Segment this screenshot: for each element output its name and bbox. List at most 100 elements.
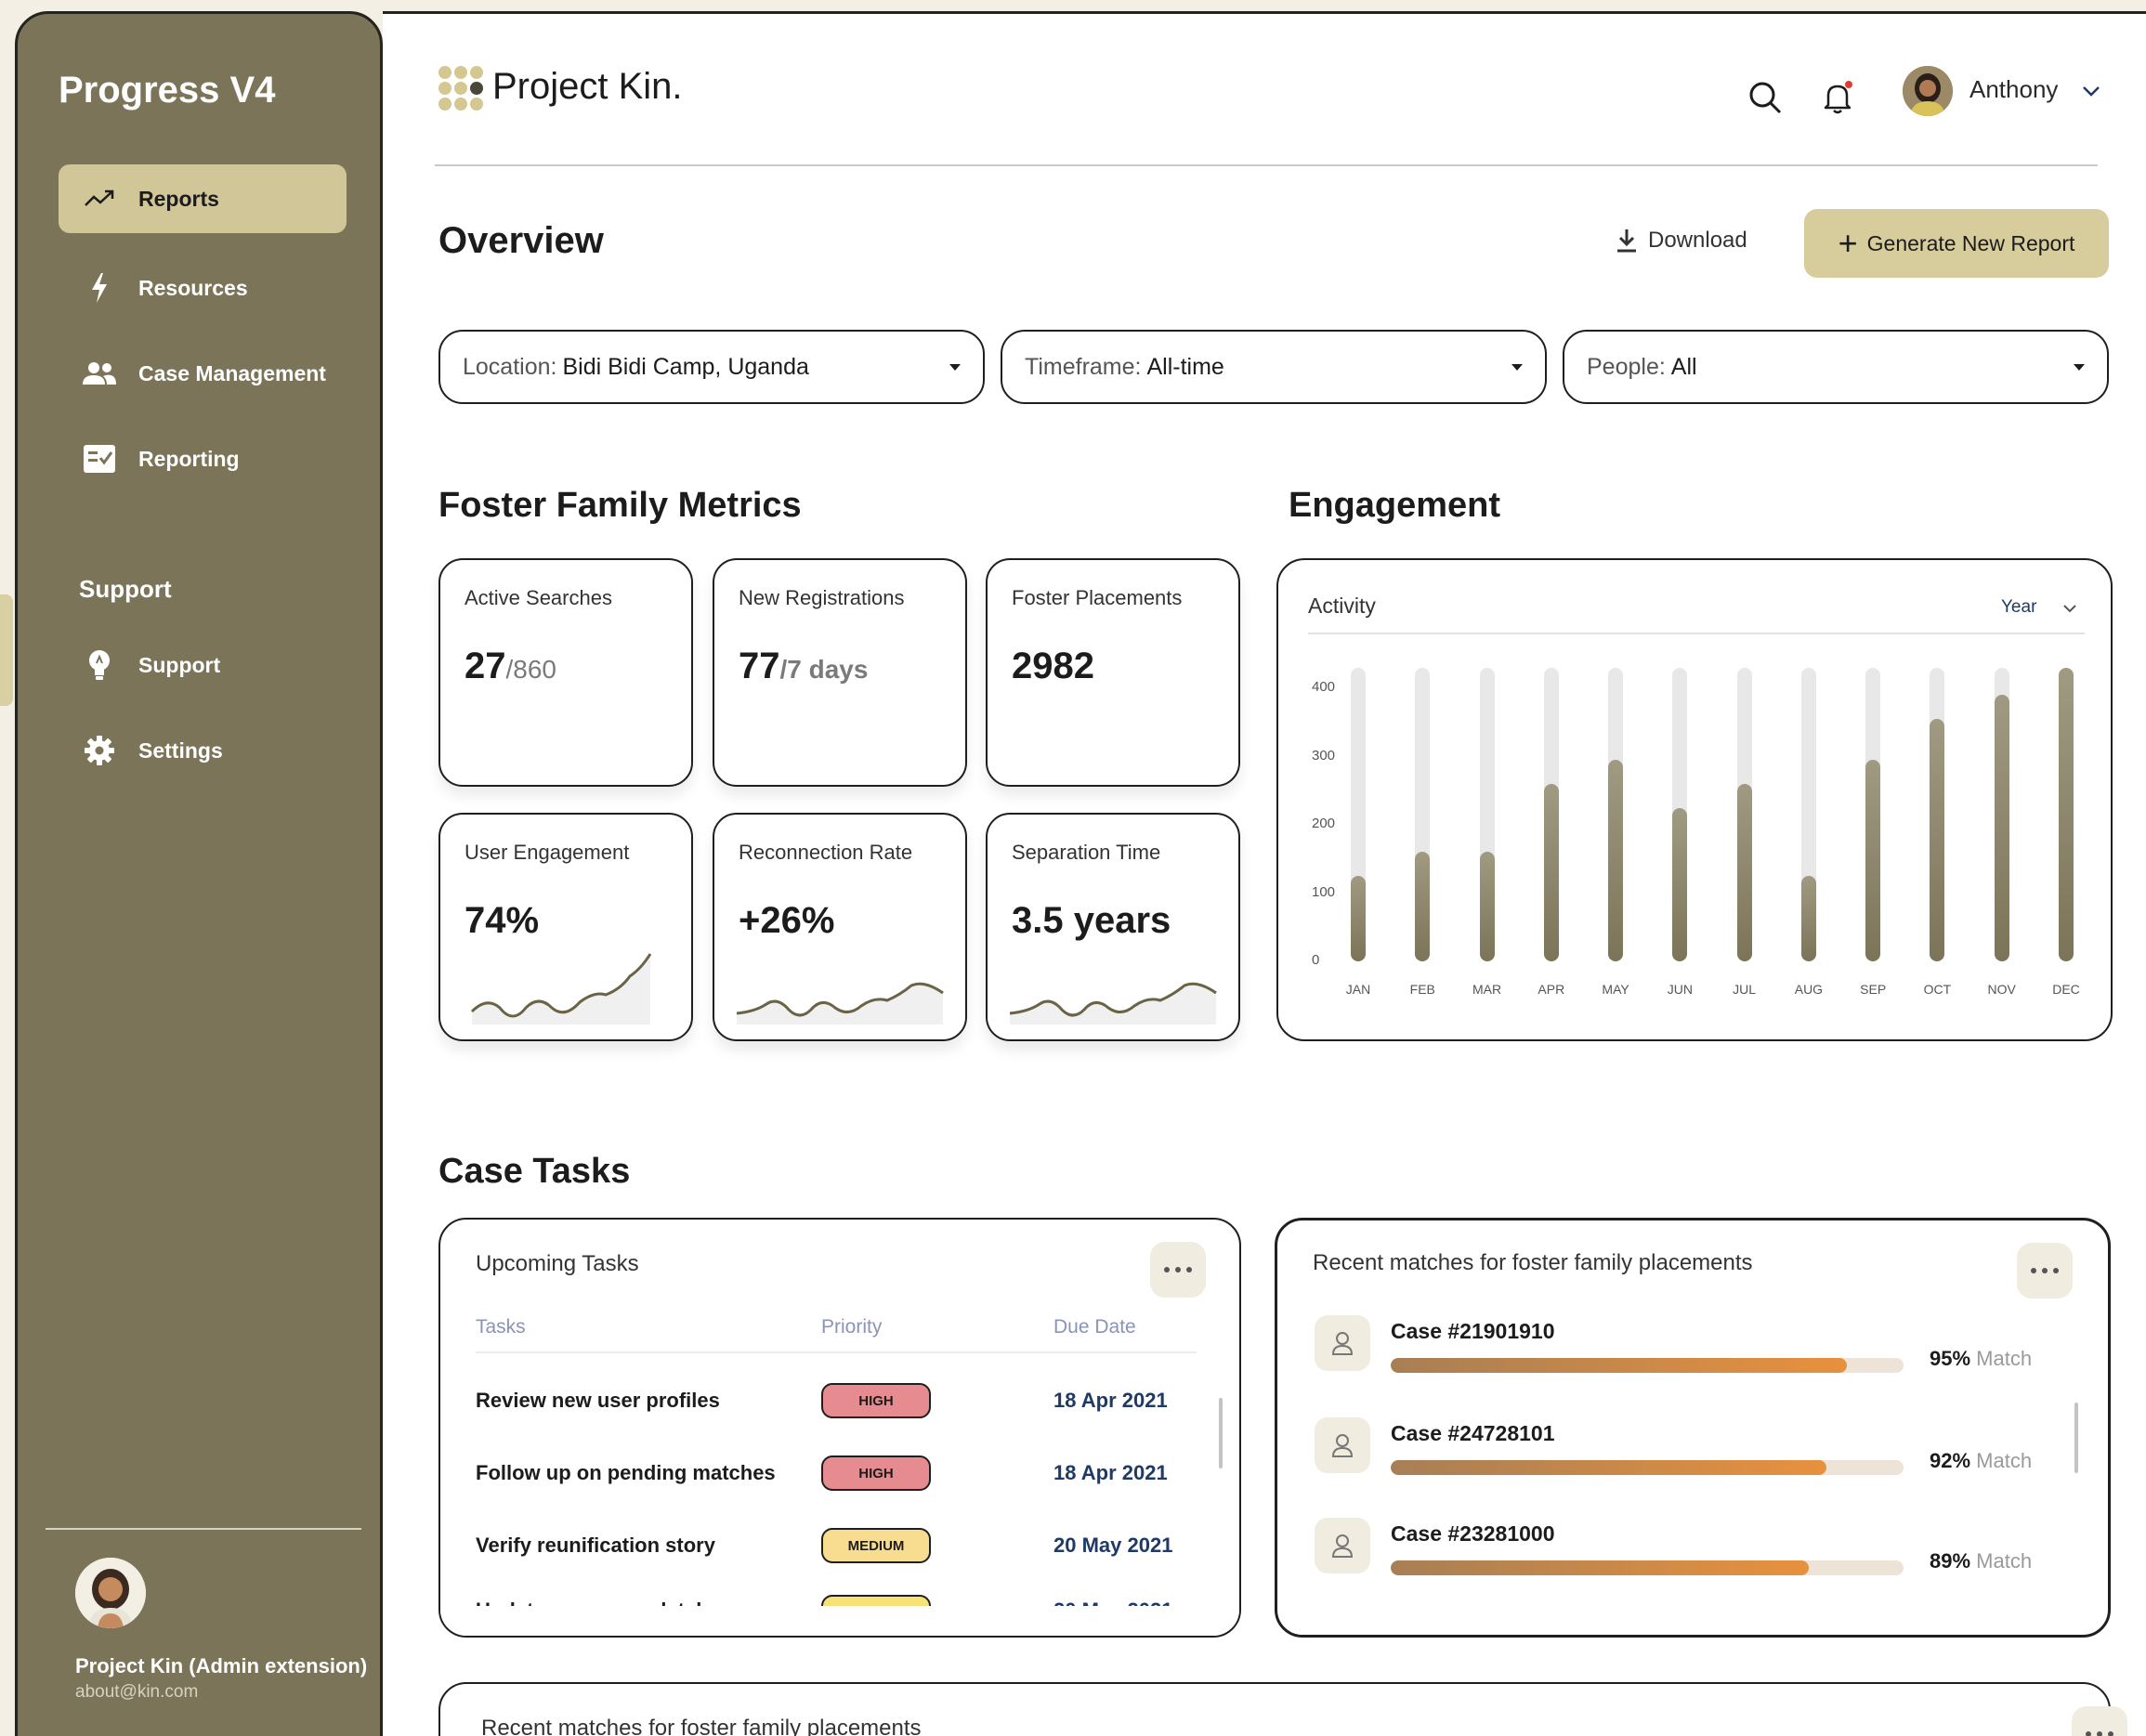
bar-may[interactable] — [1608, 760, 1624, 961]
y-tick-label: 100 — [1312, 883, 1336, 900]
sidebar-item-label: Reporting — [138, 446, 240, 471]
scrollbar[interactable] — [1219, 1398, 1223, 1468]
sidebar-item-reports[interactable]: Reports — [59, 164, 347, 233]
case-id: Case #21901910 — [1391, 1319, 1555, 1343]
bar-oct[interactable] — [1930, 719, 1945, 961]
x-tick-label: NOV — [1987, 982, 2016, 997]
priority-badge: HIGH — [821, 1383, 931, 1418]
caret-down-icon — [1511, 363, 1523, 371]
match-row[interactable]: Case #23281000 89% Match — [1315, 1518, 2076, 1579]
bar-jan[interactable] — [1351, 876, 1366, 961]
match-row[interactable]: Case #24728101 92% Match — [1315, 1417, 2076, 1479]
x-tick-label: DEC — [2052, 982, 2080, 997]
sidebar-item-reporting[interactable]: Reporting — [59, 424, 347, 493]
sparkline-chart — [470, 953, 652, 1025]
x-tick-label: JUL — [1733, 982, 1757, 997]
match-percent: 92% Match — [1930, 1449, 2033, 1472]
filter-value: All-time — [1146, 353, 1224, 380]
people-filter[interactable]: People: All — [1563, 330, 2109, 404]
scrollbar[interactable] — [2074, 1403, 2078, 1473]
location-filter[interactable]: Location: Bidi Bidi Camp, Uganda — [438, 330, 985, 404]
more-options-button[interactable] — [2017, 1243, 2073, 1299]
chevron-down-icon[interactable] — [2061, 599, 2079, 618]
filter-label: People: — [1587, 353, 1666, 380]
table-header-divider — [476, 1351, 1197, 1353]
search-icon[interactable] — [1747, 79, 1784, 116]
x-tick-label: AUG — [1794, 982, 1824, 997]
column-header-tasks: Tasks — [476, 1316, 526, 1338]
bar-feb[interactable] — [1415, 852, 1431, 961]
bar-jun[interactable] — [1672, 807, 1688, 961]
x-tick-label: SEP — [1860, 982, 1887, 997]
trending-up-icon — [81, 182, 118, 215]
sidebar-item-resources[interactable]: Resources — [59, 254, 347, 322]
bell-icon[interactable] — [1819, 79, 1856, 116]
sparkline-chart — [736, 982, 944, 1025]
header-user-name[interactable]: Anthony — [1969, 75, 2058, 104]
match-percent: 89% Match — [1930, 1549, 2033, 1573]
avatar[interactable] — [75, 1558, 146, 1628]
sidebar-item-support[interactable]: Support — [59, 631, 347, 699]
people-icon — [81, 357, 118, 390]
x-tick-label: JUN — [1667, 982, 1693, 997]
sidebar-item-label: Support — [138, 652, 221, 677]
download-button[interactable]: Download — [1615, 228, 1747, 254]
sidebar-brand: Progress V4 — [59, 70, 276, 111]
metric-value: 2982 — [1012, 646, 1094, 686]
user-icon — [1315, 1315, 1370, 1371]
metric-label: Reconnection Rate — [739, 841, 913, 864]
metric-card-separation-time[interactable]: Separation Time 3.5 years — [986, 813, 1240, 1041]
bar-aug[interactable] — [1800, 876, 1816, 961]
sidebar-divider — [46, 1528, 361, 1530]
lightbulb-icon — [81, 648, 118, 682]
timeframe-filter[interactable]: Timeframe: All-time — [1001, 330, 1547, 404]
due-date: 20 May 2021 — [1053, 1534, 1173, 1557]
bar-apr[interactable] — [1543, 783, 1559, 961]
case-id: Case #23281000 — [1391, 1521, 1555, 1546]
sidebar-item-case-management[interactable]: Case Management — [59, 339, 347, 408]
x-tick-label: MAY — [1602, 982, 1629, 997]
sidebar-item-label: Reports — [138, 186, 219, 211]
caret-down-icon — [949, 363, 961, 371]
bar-sep[interactable] — [1865, 760, 1881, 961]
y-tick-label: 300 — [1312, 747, 1336, 764]
match-row[interactable]: Case #21901910 95% Match — [1315, 1315, 2076, 1377]
header-divider — [435, 164, 2098, 166]
chevron-down-icon[interactable] — [2079, 79, 2103, 103]
main-panel: Project Kin. Anthony Overview Download +… — [383, 11, 2146, 1736]
metric-card-user-engagement[interactable]: User Engagement 74% — [438, 813, 693, 1041]
period-selector[interactable]: Year — [2001, 597, 2036, 618]
bar-mar[interactable] — [1479, 852, 1495, 961]
y-tick-label: 400 — [1312, 679, 1336, 696]
due-date: 18 Apr 2021 — [1053, 1389, 1168, 1412]
more-options-button[interactable] — [2072, 1706, 2127, 1736]
filter-value: Bidi Bidi Camp, Uganda — [562, 353, 809, 380]
sparkline-chart — [1009, 982, 1217, 1025]
priority-badge: HIGH — [821, 1455, 931, 1491]
download-icon — [1617, 229, 1636, 253]
sidebar-item-settings[interactable]: Settings — [59, 716, 347, 785]
bar-nov[interactable] — [1994, 695, 2009, 961]
x-tick-label: APR — [1538, 982, 1565, 997]
caret-down-icon — [2074, 363, 2085, 371]
sidebar-item-label: Case Management — [138, 360, 326, 385]
case-tasks-section-title: Case Tasks — [438, 1152, 631, 1191]
recent-matches-card: Recent matches for foster family placeme… — [1275, 1218, 2111, 1638]
metric-label: Active Searches — [465, 586, 612, 609]
bolt-icon — [81, 271, 118, 305]
metric-card-active-searches[interactable]: Active Searches 27/860 — [438, 558, 693, 787]
bar-jul[interactable] — [1736, 783, 1752, 961]
support-section-title: Support — [79, 575, 172, 603]
plus-icon: + — [1838, 224, 1858, 262]
metric-card-foster-placements[interactable]: Foster Placements 2982 — [986, 558, 1240, 787]
case-id: Case #24728101 — [1391, 1421, 1555, 1445]
generate-report-button[interactable]: + Generate New Report — [1804, 209, 2109, 278]
avatar[interactable] — [1903, 66, 1953, 116]
bar-dec[interactable] — [2059, 668, 2074, 961]
metric-card-reconnection-rate[interactable]: Reconnection Rate +26% — [713, 813, 967, 1041]
x-tick-label: MAR — [1472, 982, 1502, 997]
user-icon — [1315, 1518, 1370, 1573]
more-options-button[interactable] — [1150, 1242, 1206, 1298]
user-icon — [1315, 1417, 1370, 1473]
metric-card-new-registrations[interactable]: New Registrations 77/7 days — [713, 558, 967, 787]
